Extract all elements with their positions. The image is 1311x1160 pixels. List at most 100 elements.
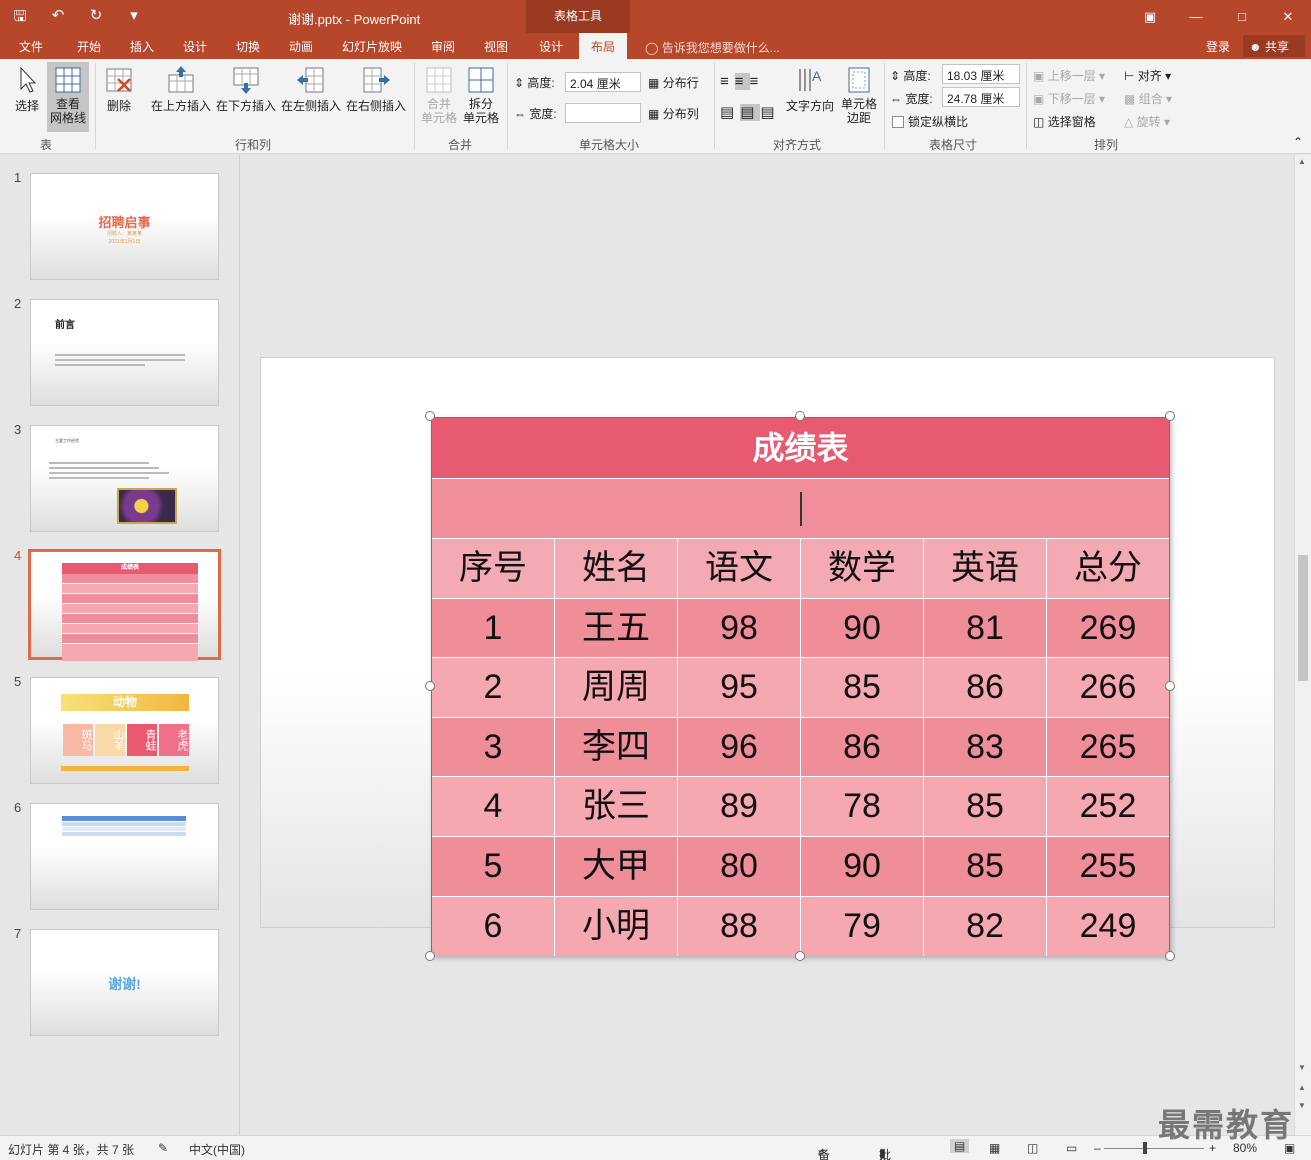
table-cell[interactable]: 85 — [801, 658, 924, 717]
delete-button[interactable]: 删除 — [100, 65, 138, 114]
table-height-input[interactable]: 18.03 厘米 — [942, 64, 1020, 84]
header-cell[interactable]: 序号 — [432, 539, 555, 598]
table-cell[interactable]: 95 — [678, 658, 801, 717]
next-slide-icon[interactable]: ▼ — [1298, 1101, 1306, 1110]
split-cells-button[interactable]: 拆分 单元格 — [461, 65, 501, 125]
login-link[interactable]: 登录 — [1206, 38, 1230, 55]
distribute-columns-button[interactable]: ▦ 分布列 — [648, 105, 699, 122]
table-cell[interactable]: 96 — [678, 717, 801, 777]
table-cell[interactable]: 249 — [1047, 897, 1169, 957]
slide-thumbnail-selected[interactable]: 成绩表 — [28, 549, 221, 661]
table-cell[interactable]: 王五 — [555, 598, 678, 658]
resize-handle[interactable] — [1165, 411, 1175, 421]
table-cell[interactable]: 82 — [924, 896, 1047, 957]
slide-thumbnail[interactable]: 主要工作经验 — [30, 425, 219, 532]
cell-width-input[interactable] — [565, 103, 641, 123]
resize-handle[interactable] — [795, 951, 805, 961]
slide-thumbnail[interactable]: 前言 — [30, 299, 219, 406]
resize-handle[interactable] — [795, 411, 805, 421]
table-cell[interactable]: 89 — [678, 777, 801, 836]
table-cell[interactable]: 98 — [678, 598, 801, 658]
scroll-down-icon[interactable]: ▼ — [1298, 1063, 1306, 1072]
insert-above-button[interactable]: 在上方插入 — [149, 65, 213, 114]
table-cell[interactable]: 81 — [924, 598, 1047, 658]
table-empty-row[interactable] — [432, 479, 1169, 539]
slideshow-icon[interactable]: ▭ — [1066, 1141, 1077, 1155]
select-button[interactable]: 选择 — [10, 65, 44, 114]
resize-handle[interactable] — [425, 681, 435, 691]
table-cell[interactable]: 86 — [801, 717, 924, 777]
table-cell[interactable]: 85 — [924, 777, 1047, 836]
cell-margins-button[interactable]: 单元格 边距 — [838, 65, 880, 125]
tab-transitions[interactable]: 切换 — [236, 38, 260, 55]
ribbon-display-icon[interactable]: ▣ — [1127, 0, 1173, 33]
align-bottom-icon[interactable]: ▤ — [760, 104, 780, 121]
table-cell[interactable]: 6 — [432, 896, 555, 957]
table-cell[interactable]: 78 — [801, 777, 924, 836]
align-top-icon[interactable]: ▤ — [720, 104, 740, 121]
table-cell[interactable]: 张三 — [555, 777, 678, 836]
reading-view-icon[interactable]: ◫ — [1027, 1141, 1038, 1155]
align-button[interactable]: ⊢ 对齐 ▾ — [1124, 67, 1171, 84]
undo-icon[interactable]: ↶ — [48, 6, 68, 31]
header-cell[interactable]: 数学 — [801, 539, 924, 598]
header-cell[interactable]: 英语 — [924, 539, 1047, 598]
table-title[interactable]: 成绩表 — [432, 418, 1169, 479]
tab-slideshow[interactable]: 幻灯片放映 — [342, 38, 402, 55]
score-table[interactable]: 成绩表 序号 姓名 语文 数学 英语 总分 1 王五 98 90 81 269 … — [431, 417, 1170, 957]
customize-icon[interactable]: ▾ — [124, 6, 144, 31]
slide-thumbnail[interactable]: 招聘启事 招聘人：某某某 2021年1月1日 — [30, 173, 219, 280]
lock-aspect-checkbox[interactable]: 锁定纵横比 — [892, 113, 968, 130]
align-left-icon[interactable]: ≡ — [720, 73, 735, 90]
table-cell[interactable]: 周周 — [555, 658, 678, 717]
table-cell[interactable]: 265 — [1047, 718, 1169, 777]
table-cell[interactable]: 85 — [924, 836, 1047, 896]
resize-handle[interactable] — [1165, 951, 1175, 961]
tab-table-design[interactable]: 设计 — [539, 38, 563, 55]
table-cell[interactable]: 李四 — [555, 717, 678, 777]
resize-handle[interactable] — [425, 951, 435, 961]
table-cell[interactable]: 90 — [801, 598, 924, 658]
align-center-icon[interactable]: ≡ — [734, 73, 750, 90]
close-button[interactable]: ✕ — [1265, 0, 1311, 33]
table-cell[interactable]: 252 — [1047, 777, 1169, 836]
distribute-rows-button[interactable]: ▦ 分布行 — [648, 74, 699, 91]
header-cell[interactable]: 语文 — [678, 539, 801, 598]
send-backward-button[interactable]: ▣ 下移一层 ▾ — [1033, 90, 1105, 107]
tab-review[interactable]: 审阅 — [431, 38, 455, 55]
save-icon[interactable]: 🖫 — [10, 6, 30, 31]
normal-view-icon[interactable]: ▤ — [950, 1139, 970, 1153]
table-cell[interactable]: 255 — [1047, 837, 1169, 896]
resize-handle[interactable] — [425, 411, 435, 421]
view-gridlines-button[interactable]: 查看 网格线 — [47, 62, 89, 132]
redo-icon[interactable]: ↻ — [86, 6, 106, 31]
align-right-icon[interactable]: ≡ — [750, 73, 765, 90]
tab-animations[interactable]: 动画 — [289, 38, 313, 55]
table-cell[interactable]: 大甲 — [555, 836, 678, 896]
tab-home[interactable]: 开始 — [77, 38, 101, 55]
slide-sorter-icon[interactable]: ▦ — [989, 1141, 1000, 1155]
text-direction-button[interactable]: A 文字方向 — [785, 65, 835, 114]
minimize-button[interactable]: — — [1173, 0, 1219, 33]
table-cell[interactable]: 4 — [432, 777, 555, 836]
table-cell[interactable]: 3 — [432, 717, 555, 777]
table-cell[interactable]: 5 — [432, 836, 555, 896]
zoom-slider-knob[interactable] — [1143, 1142, 1147, 1154]
table-cell[interactable]: 79 — [801, 896, 924, 957]
scrollbar-thumb[interactable] — [1298, 555, 1308, 681]
tab-layout[interactable]: 布局 — [579, 33, 628, 59]
restore-button[interactable]: □ — [1219, 0, 1265, 33]
table-cell[interactable]: 86 — [924, 658, 1047, 717]
table-cell[interactable]: 1 — [432, 598, 555, 658]
insert-right-button[interactable]: 在右侧插入 — [344, 65, 408, 114]
tab-design[interactable]: 设计 — [183, 38, 207, 55]
language-indicator[interactable]: 中文(中国) — [189, 1141, 245, 1158]
vertical-scrollbar[interactable]: ▲ ▼ ▲ ▼ — [1294, 155, 1311, 1135]
cell-height-input[interactable]: 2.04 厘米 — [565, 72, 641, 92]
header-cell[interactable]: 总分 — [1047, 539, 1169, 598]
spellcheck-icon[interactable]: ✎ — [158, 1141, 168, 1155]
insert-left-button[interactable]: 在左侧插入 — [279, 65, 343, 114]
table-cell[interactable]: 88 — [678, 896, 801, 957]
insert-below-button[interactable]: 在下方插入 — [214, 65, 278, 114]
align-middle-icon[interactable]: ▤ — [740, 104, 761, 121]
